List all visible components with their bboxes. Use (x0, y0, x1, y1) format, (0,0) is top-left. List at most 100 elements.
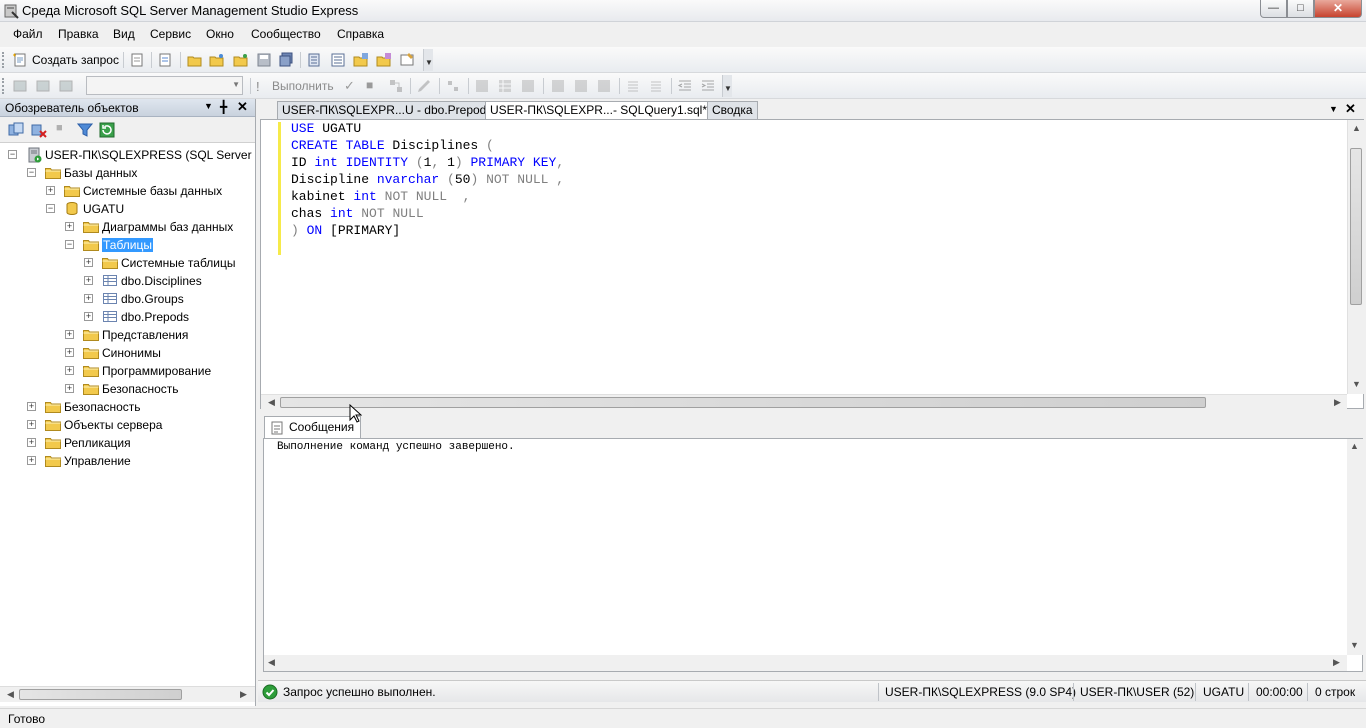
expand-icon[interactable]: + (27, 402, 36, 411)
save-all-icon[interactable] (278, 52, 294, 68)
expand-icon[interactable]: + (27, 438, 36, 447)
properties-icon[interactable] (399, 52, 415, 68)
scrollbar-thumb[interactable] (1350, 148, 1362, 305)
object-explorer-icon[interactable] (330, 52, 346, 68)
scrollbar-thumb[interactable] (19, 689, 182, 700)
increase-indent-icon[interactable] (700, 78, 716, 94)
scroll-left-icon[interactable]: ◀ (265, 656, 278, 669)
tab-messages[interactable]: Сообщения (264, 416, 362, 438)
toolbar-overflow-button[interactable]: ▼ (423, 49, 433, 71)
expand-icon[interactable]: + (84, 258, 93, 267)
tab-list-icon[interactable]: ▼ (1329, 104, 1338, 114)
expand-icon[interactable]: + (65, 222, 74, 231)
expand-icon[interactable]: + (65, 384, 74, 393)
menu-window[interactable]: Окно (206, 27, 234, 41)
expand-icon[interactable]: + (84, 294, 93, 303)
registered-servers-icon[interactable] (306, 52, 322, 68)
open-folder-icon[interactable] (187, 52, 203, 68)
expand-icon[interactable]: + (27, 420, 36, 429)
tab-sqlquery1[interactable]: USER-ПК\SQLEXPR...- SQLQuery1.sql* (485, 101, 713, 119)
expand-icon[interactable]: + (27, 456, 36, 465)
tab-summary[interactable]: Сводка (707, 101, 758, 119)
minimize-button[interactable]: — (1260, 0, 1287, 18)
scroll-up-icon[interactable]: ▲ (1350, 122, 1363, 135)
scroll-down-icon[interactable]: ▼ (1350, 378, 1363, 391)
scroll-left-icon[interactable]: ◀ (4, 688, 17, 701)
refresh-icon[interactable] (99, 122, 115, 138)
solution-explorer-icon[interactable] (376, 52, 392, 68)
scroll-down-icon[interactable]: ▼ (1348, 639, 1361, 652)
scroll-right-icon[interactable]: ▶ (237, 688, 250, 701)
comment-lines-icon[interactable] (625, 78, 641, 94)
pin-icon[interactable]: ╋ (220, 100, 227, 114)
connect-icon[interactable] (8, 122, 24, 138)
new-project-icon[interactable] (157, 52, 173, 68)
scroll-right-icon[interactable]: ▶ (1330, 656, 1343, 669)
close-window-button[interactable]: ✕ (1314, 0, 1362, 18)
save-icon[interactable] (256, 52, 272, 68)
decrease-indent-icon[interactable] (677, 78, 693, 94)
template-explorer-icon[interactable] (353, 52, 369, 68)
parse-icon[interactable]: ✓ (344, 78, 355, 94)
uncomment-lines-icon[interactable] (648, 78, 664, 94)
database-select[interactable]: ▼ (86, 76, 243, 95)
messages-hscrollbar[interactable]: ◀ ▶ (264, 655, 1347, 671)
include-plan-icon[interactable] (550, 78, 566, 94)
menu-tools[interactable]: Сервис (150, 27, 191, 41)
sql-query-editor[interactable]: USE UGATU CREATE TABLE Disciplines (ID in… (260, 119, 1364, 410)
messages-vscrollbar[interactable]: ▲ ▼ (1347, 439, 1363, 655)
results-to-file-icon[interactable] (520, 78, 536, 94)
connect-icon[interactable] (12, 78, 28, 94)
expand-icon[interactable]: + (65, 330, 74, 339)
query-designer-icon[interactable] (416, 78, 432, 94)
disconnect-icon[interactable] (35, 78, 51, 94)
toolbar-overflow-button[interactable]: ▼ (722, 75, 732, 97)
new-file-icon[interactable] (129, 52, 145, 68)
tab-prepods-table[interactable]: USER-ПК\SQLEXPR...U - dbo.Prepods (277, 101, 498, 119)
pane-menu-icon[interactable]: ▼ (204, 101, 213, 111)
cancel-query-icon[interactable]: ■ (366, 78, 373, 92)
menu-file[interactable]: Файл (13, 27, 43, 41)
stop-icon[interactable]: ■ (56, 122, 63, 134)
expand-icon[interactable]: + (84, 276, 93, 285)
collapse-icon[interactable]: − (65, 240, 74, 249)
sqlcmd-mode-icon[interactable] (596, 78, 612, 94)
filter-icon[interactable] (77, 122, 93, 138)
collapse-icon[interactable]: − (46, 204, 55, 213)
status-separator (1195, 683, 1196, 701)
results-to-text-icon[interactable] (474, 78, 490, 94)
estimated-plan-icon[interactable] (388, 78, 404, 94)
expand-icon[interactable]: + (65, 366, 74, 375)
expand-icon[interactable]: + (46, 186, 55, 195)
results-to-grid-icon[interactable] (497, 78, 513, 94)
expand-icon[interactable]: + (84, 312, 93, 321)
client-statistics-icon[interactable] (573, 78, 589, 94)
editor-hscrollbar[interactable]: ◀ ▶ (261, 394, 1347, 410)
menu-view[interactable]: Вид (113, 27, 135, 41)
close-tab-icon[interactable]: ✕ (1345, 101, 1356, 117)
disconnect-icon[interactable] (31, 122, 47, 138)
collapse-icon[interactable]: − (8, 150, 17, 159)
tab-label: USER-ПК\SQLEXPR...U - dbo.Prepods (282, 103, 493, 117)
toolbar-grip[interactable] (2, 78, 6, 94)
intellisense-icon[interactable] (445, 78, 461, 94)
scroll-right-icon[interactable]: ▶ (1331, 396, 1344, 409)
menu-help[interactable]: Справка (337, 27, 384, 41)
object-explorer-hscrollbar[interactable]: ◀ ▶ (0, 686, 255, 702)
editor-vscrollbar[interactable]: ▲ ▼ (1347, 120, 1364, 394)
change-connection-icon[interactable] (58, 78, 74, 94)
open-project-icon[interactable] (233, 52, 249, 68)
toolbar-grip[interactable] (2, 52, 6, 68)
open-file-icon[interactable] (209, 52, 225, 68)
scroll-up-icon[interactable]: ▲ (1348, 440, 1361, 453)
scrollbar-thumb[interactable] (280, 397, 1206, 408)
expand-icon[interactable]: + (65, 348, 74, 357)
code-token: NOT NULL , (486, 172, 565, 187)
collapse-icon[interactable]: − (27, 168, 36, 177)
maximize-button[interactable]: □ (1287, 0, 1314, 18)
menu-edit[interactable]: Правка (58, 27, 99, 41)
code-token: ) (454, 155, 471, 170)
close-pane-icon[interactable]: ✕ (237, 99, 248, 115)
menu-community[interactable]: Сообщество (251, 27, 321, 41)
scroll-left-icon[interactable]: ◀ (265, 396, 278, 409)
